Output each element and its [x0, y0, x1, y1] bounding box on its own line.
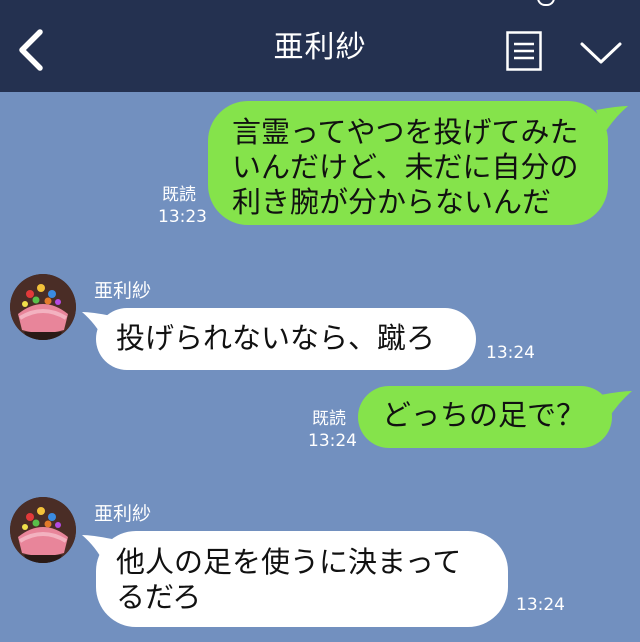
bubble-tail [82, 535, 112, 563]
message-timestamp: 13:24 [516, 595, 565, 615]
read-label: 既読 [162, 185, 196, 205]
bubble-tail [596, 106, 628, 134]
bubble-tail [600, 391, 632, 419]
message-bubble-incoming[interactable]: 他人の足を使うに決まって るだろ [96, 531, 508, 627]
chat-header: 亜利紗 [0, 0, 640, 92]
status-notch-icon [537, 0, 555, 6]
cupcake-avatar-icon [10, 497, 76, 563]
message-bubble-incoming[interactable]: 投げられないなら、蹴ろ [96, 308, 476, 370]
message-timestamp: 13:24 [308, 431, 357, 451]
contact-avatar[interactable] [10, 274, 76, 340]
menu-button[interactable] [506, 31, 542, 71]
read-label: 既読 [312, 409, 346, 429]
message-timestamp: 13:23 [158, 207, 207, 227]
bubble-tail [82, 312, 112, 340]
message-bubble-outgoing[interactable]: 言霊ってやつを投げてみた いんだけど、未だに自分の 利き腕が分からないんだ [208, 101, 608, 225]
menu-list-icon [506, 31, 542, 71]
message-timestamp: 13:24 [486, 343, 535, 363]
read-receipt: 既読 [150, 184, 196, 206]
dropdown-button[interactable] [578, 38, 624, 68]
chevron-down-icon [580, 42, 622, 64]
cupcake-avatar-icon [10, 274, 76, 340]
read-receipt: 既読 [300, 408, 346, 430]
contact-avatar[interactable] [10, 497, 76, 563]
chat-title: 亜利紗 [273, 30, 367, 65]
message-bubble-outgoing[interactable]: どっちの足で？ [358, 386, 612, 448]
sender-name: 亜利紗 [94, 280, 152, 302]
sender-name: 亜利紗 [94, 503, 152, 525]
